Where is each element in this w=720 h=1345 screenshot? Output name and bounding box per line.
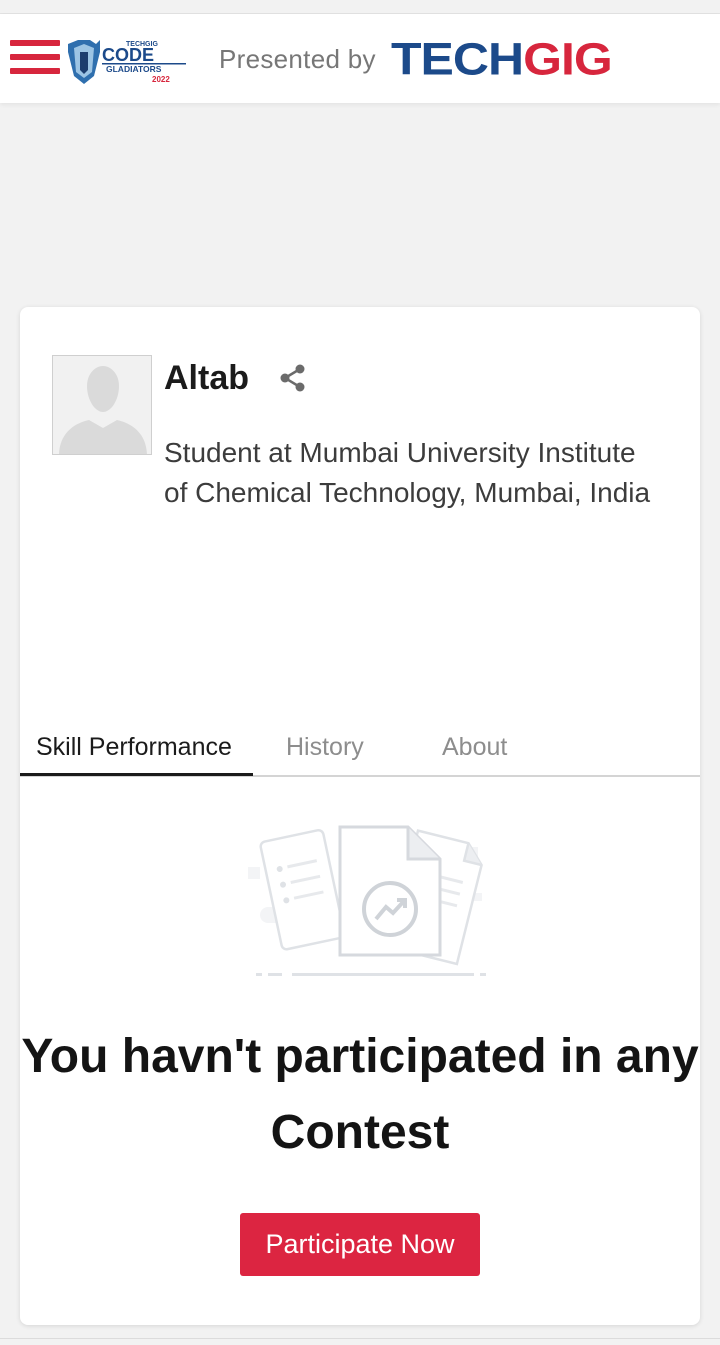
code-gladiators-logo[interactable]: TECHGIG CODE GLADIATORS 2022 [66, 38, 190, 84]
tab-about[interactable]: About [442, 733, 507, 762]
bottom-divider [0, 1338, 720, 1345]
tab-skill-performance[interactable]: Skill Performance [36, 733, 232, 762]
techgig-logo-part1: TECH [391, 34, 524, 85]
avatar [52, 355, 152, 455]
profile-tabs: Skill Performance History About [20, 727, 700, 777]
presented-by-text: Presented by [219, 44, 376, 74]
profile-bio: Student at Mumbai University Institute o… [164, 437, 651, 508]
hamburger-menu-icon[interactable] [10, 40, 60, 74]
share-icon[interactable] [278, 363, 308, 393]
svg-text:2022: 2022 [152, 75, 170, 84]
tab-history[interactable]: History [286, 733, 364, 762]
status-bar-divider [0, 0, 720, 14]
default-user-icon [53, 356, 151, 454]
techgig-logo-part2: GIG [523, 34, 613, 85]
profile-name: Altab [164, 359, 249, 397]
empty-state-message-line2: Contest [270, 1106, 450, 1159]
participate-now-button[interactable]: Participate Now [240, 1213, 480, 1276]
documents-chart-icon [248, 825, 486, 976]
profile-card: Altab Student at Mumbai University Insti… [20, 307, 700, 1325]
empty-state-message: You havn't participated in any Contest [20, 1019, 700, 1171]
empty-state-message-line1: You havn't participated in any [21, 1030, 699, 1083]
svg-text:GLADIATORS: GLADIATORS [106, 64, 162, 74]
app-header: TECHGIG CODE GLADIATORS 2022 Presented b… [0, 14, 720, 103]
techgig-logo[interactable]: TECHGIG [391, 34, 613, 85]
svg-text:CODE: CODE [102, 45, 154, 65]
active-tab-indicator [20, 773, 253, 776]
